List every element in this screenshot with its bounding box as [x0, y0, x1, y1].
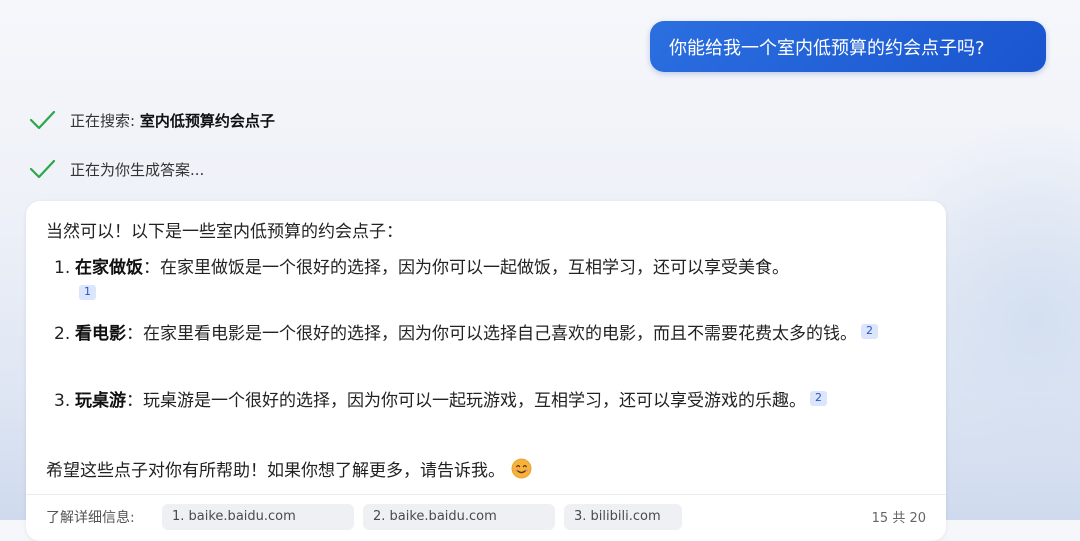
- checkmark-icon: [29, 110, 56, 130]
- list-item: 1. 在家做饭：在家里做饭是一个很好的选择，因为你可以一起做饭，互相学习，还可以…: [54, 255, 914, 309]
- smiling-face-icon: [511, 458, 532, 479]
- answer-closing-text: 希望这些点子对你有所帮助！如果你想了解更多，请告诉我。: [46, 461, 505, 481]
- list-item-title: 玩桌游: [75, 391, 126, 411]
- generating-label: 正在为你生成答案...: [70, 160, 205, 179]
- status-searching: 正在搜索: 室内低预算约会点子: [28, 108, 275, 132]
- list-item: 3. 玩桌游：玩桌游是一个很好的选择，因为你可以一起玩游戏，互相学习，还可以享受…: [54, 388, 914, 415]
- checkmark-icon: [29, 159, 56, 179]
- citation-link[interactable]: 2: [810, 391, 827, 406]
- user-message-text: 你能给我一个室内低预算的约会点子吗?: [669, 37, 985, 59]
- list-item-number: 3.: [54, 391, 71, 411]
- answer-closing: 希望这些点子对你有所帮助！如果你想了解更多，请告诉我。: [46, 456, 532, 481]
- searching-label: 正在搜索:: [70, 111, 140, 130]
- answer-intro: 当然可以！以下是一些室内低预算的约会点子：: [46, 222, 403, 242]
- learn-more-label: 了解详细信息:: [46, 510, 135, 526]
- list-item: 2. 看电影：在家里看电影是一个很好的选择，因为你可以选择自己喜欢的电影，而且不…: [54, 321, 914, 348]
- list-item-text: ：在家里看电影是一个很好的选择，因为你可以选择自己喜欢的电影，而且不需要花费太多…: [126, 324, 857, 344]
- list-item-text: ：玩桌游是一个很好的选择，因为你可以一起玩游戏，互相学习，还可以享受游戏的乐趣。: [126, 391, 806, 411]
- list-item-title: 在家做饭: [75, 258, 143, 278]
- response-counter: 15 共 20: [871, 511, 926, 526]
- searching-query: 室内低预算约会点子: [139, 111, 275, 130]
- citation-link[interactable]: 1: [79, 285, 96, 300]
- list-item-number: 1.: [54, 258, 71, 278]
- footer-divider: [26, 494, 946, 495]
- list-item-title: 看电影: [75, 324, 126, 344]
- source-chip-3[interactable]: 3. bilibili.com: [564, 504, 682, 530]
- source-chip-1[interactable]: 1. baike.baidu.com: [162, 504, 354, 530]
- answer-card: 当然可以！以下是一些室内低预算的约会点子： 1. 在家做饭：在家里做饭是一个很好…: [26, 201, 946, 541]
- status-generating: 正在为你生成答案...: [28, 157, 204, 181]
- list-item-text: ：在家里做饭是一个很好的选择，因为你可以一起做饭，互相学习，还可以享受美食。: [143, 258, 789, 278]
- list-item-number: 2.: [54, 324, 71, 344]
- user-message-bubble: 你能给我一个室内低预算的约会点子吗?: [650, 21, 1046, 72]
- source-chip-2[interactable]: 2. baike.baidu.com: [363, 504, 555, 530]
- citation-link[interactable]: 2: [861, 324, 878, 339]
- status-searching-text: 正在搜索: 室内低预算约会点子: [70, 110, 275, 131]
